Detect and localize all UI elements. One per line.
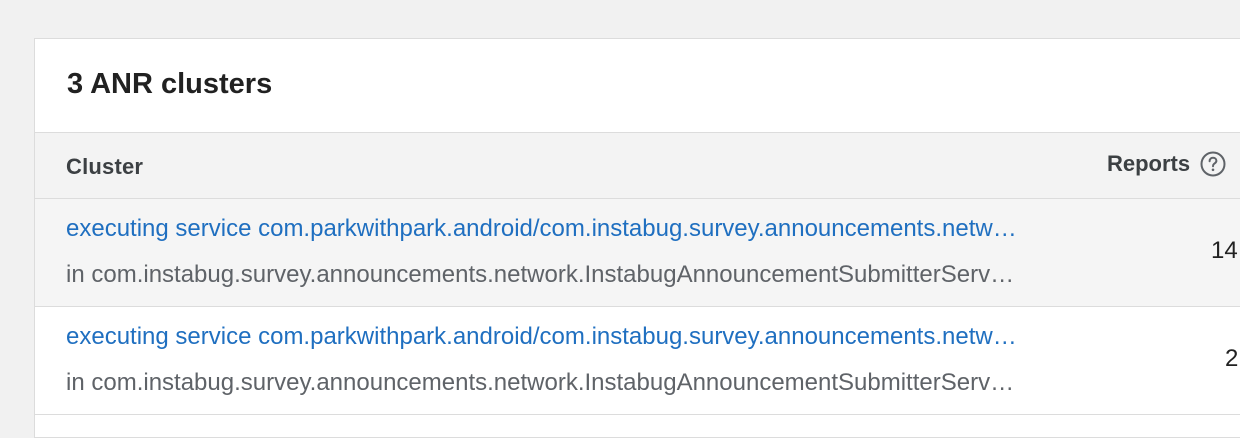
cluster-location: in com.instabug.survey.announcements.net… (66, 261, 1018, 288)
cluster-title-link[interactable]: executing service com.parkwithpark.andro… (66, 215, 1024, 243)
reports-count: 2 (1225, 345, 1239, 372)
table-header: Cluster Reports (35, 133, 1240, 199)
card-header: 3 ANR clusters (35, 39, 1240, 133)
cluster-location: in com.instabug.survey.announcements.net… (66, 369, 1018, 396)
reports-count: 14 (1211, 237, 1238, 264)
cluster-title-link[interactable]: executing service com.parkwithpark.andro… (66, 323, 1024, 351)
table-row[interactable]: executing service com.parkwithpark.andro… (35, 307, 1240, 415)
card-title: 3 ANR clusters (67, 68, 273, 100)
table-row[interactable]: executing service com.parkwithpark.andro… (35, 199, 1240, 307)
anr-clusters-card: 3 ANR clusters Cluster Reports executing… (34, 38, 1240, 438)
column-header-reports[interactable]: Reports (1107, 151, 1226, 177)
help-icon[interactable] (1200, 151, 1226, 177)
column-header-cluster[interactable]: Cluster (66, 154, 143, 180)
column-header-reports-label: Reports (1107, 151, 1191, 176)
